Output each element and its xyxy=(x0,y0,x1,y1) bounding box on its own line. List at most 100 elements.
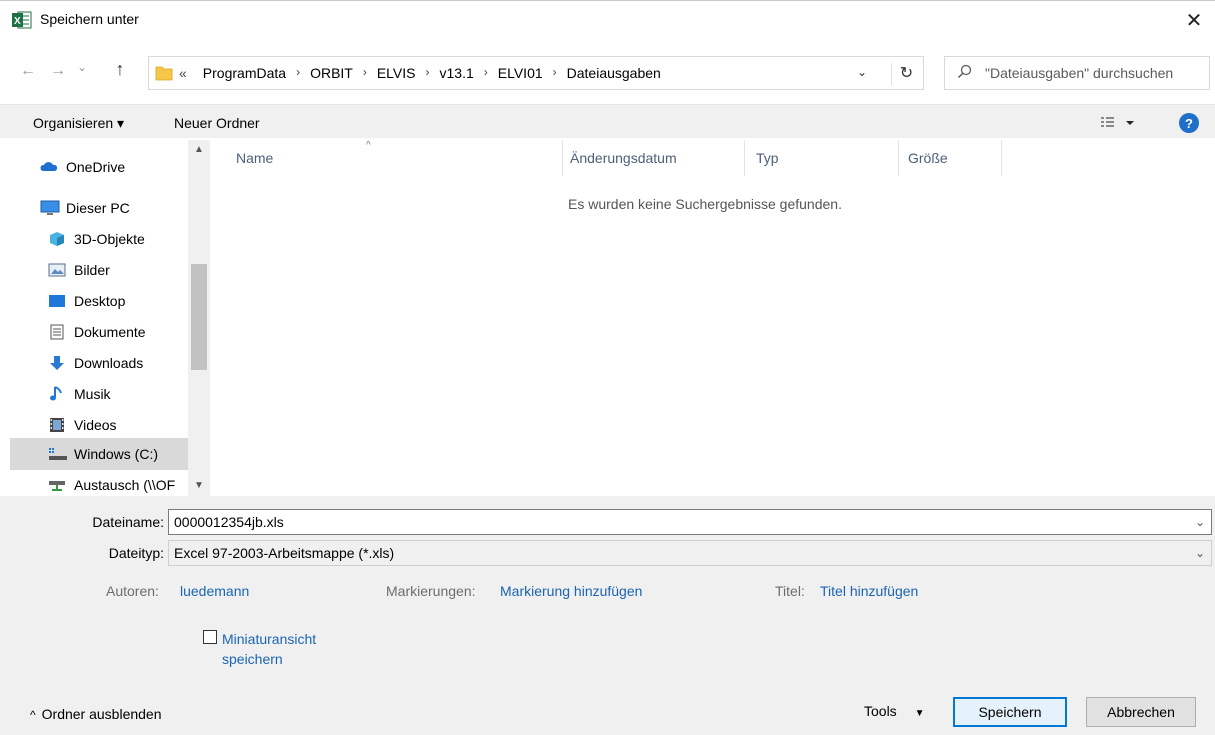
organize-menu-button[interactable]: Organisieren ▾ xyxy=(33,115,124,132)
close-icon: ✕ xyxy=(1185,9,1203,32)
authors-label: Autoren: xyxy=(106,583,159,599)
column-header-type[interactable]: Typ xyxy=(756,150,779,166)
nav-item-this-pc[interactable]: Dieser PC xyxy=(40,193,210,223)
nav-item-label: Downloads xyxy=(74,355,144,371)
breadcrumb-item[interactable]: ELVIS xyxy=(377,65,416,81)
nav-item-3d-objects[interactable]: 3D-Objekte xyxy=(48,224,210,254)
nav-item-network-share[interactable]: Austausch (\\OF xyxy=(48,470,210,496)
nav-item-downloads[interactable]: Downloads xyxy=(48,348,210,378)
cube-icon xyxy=(48,231,66,247)
view-options-icon xyxy=(1101,117,1134,127)
scrollbar-thumb[interactable] xyxy=(191,264,207,370)
document-icon xyxy=(48,324,66,340)
breadcrumb-overflow[interactable]: « xyxy=(179,65,187,81)
download-icon xyxy=(48,355,66,371)
filetype-value: Excel 97-2003-Arbeitsmappe (*.xls) xyxy=(174,545,395,561)
forward-arrow-icon: → xyxy=(50,62,66,79)
breadcrumb-item[interactable]: v13.1 xyxy=(440,65,474,81)
tags-label: Markierungen: xyxy=(386,583,476,599)
drive-icon xyxy=(48,446,67,462)
column-header-size[interactable]: Größe xyxy=(908,150,948,166)
cloud-icon xyxy=(40,159,58,175)
nav-item-label: Windows (C:) xyxy=(74,446,159,462)
scroll-up-icon[interactable]: ▲ xyxy=(188,144,210,155)
dropdown-arrow-icon: ▼ xyxy=(914,708,925,719)
nav-item-pictures[interactable]: Bilder xyxy=(48,255,210,285)
recent-locations-button[interactable]: ⌄ xyxy=(72,60,92,74)
column-header-date[interactable]: Änderungsdatum xyxy=(570,150,677,166)
address-bar[interactable]: « ProgramData › ORBIT › ELVIS › v13.1 › ELVI… xyxy=(148,56,924,90)
forward-button[interactable]: → xyxy=(48,62,68,80)
authors-value[interactable]: luedemann xyxy=(180,583,249,599)
nav-item-label: Dieser PC xyxy=(66,200,130,216)
nav-pane-scrollbar[interactable]: ▲ ▼ xyxy=(188,140,210,496)
nav-item-label: OneDrive xyxy=(66,159,126,175)
change-view-button[interactable] xyxy=(1100,114,1140,132)
file-list: ^ Name Änderungsdatum Typ Größe Es wurde… xyxy=(218,140,1215,496)
tools-menu-button[interactable]: Tools ▼ xyxy=(864,703,924,719)
add-tag-link[interactable]: Markierung hinzufügen xyxy=(500,583,642,599)
save-thumbnail-label-line2: speichern xyxy=(222,651,283,667)
svg-text:X: X xyxy=(14,16,21,27)
nav-item-music[interactable]: Musik xyxy=(48,379,210,409)
column-divider[interactable] xyxy=(562,140,563,176)
save-thumbnail-checkbox[interactable] xyxy=(203,630,217,644)
tools-label: Tools xyxy=(864,703,897,719)
nav-item-documents[interactable]: Dokumente xyxy=(48,317,210,347)
title-label: Titel: xyxy=(775,583,805,599)
column-divider[interactable] xyxy=(898,140,899,176)
breadcrumb-separator[interactable]: › xyxy=(363,65,367,81)
nav-item-label: 3D-Objekte xyxy=(74,231,145,247)
nav-item-desktop[interactable]: Desktop xyxy=(48,286,210,316)
nav-item-onedrive[interactable]: OneDrive xyxy=(40,152,210,182)
breadcrumb-separator[interactable]: › xyxy=(484,65,488,81)
filename-field[interactable]: 0000012354jb.xls ⌄ xyxy=(168,509,1212,535)
save-button[interactable]: Speichern xyxy=(953,697,1067,727)
computer-icon xyxy=(40,200,60,216)
nav-item-label: Desktop xyxy=(74,293,126,309)
breadcrumb: « ProgramData › ORBIT › ELVIS › v13.1 › ELVI… xyxy=(179,65,661,81)
nav-item-videos[interactable]: Videos xyxy=(48,410,210,440)
breadcrumb-item[interactable]: ELVI01 xyxy=(498,65,543,81)
empty-results-message: Es wurden keine Suchergebnisse gefunden. xyxy=(568,196,842,212)
cancel-button[interactable]: Abbrechen xyxy=(1086,697,1196,727)
hide-folders-label: Ordner ausblenden xyxy=(41,706,162,722)
breadcrumb-separator[interactable]: › xyxy=(553,65,557,81)
chevron-down-icon[interactable]: ⌄ xyxy=(1195,515,1205,529)
excel-icon: X xyxy=(12,11,32,29)
chevron-down-icon: ⌄ xyxy=(857,65,868,79)
scroll-down-icon[interactable]: ▼ xyxy=(188,480,210,491)
chevron-up-icon: ^ xyxy=(30,708,36,722)
hide-folders-toggle[interactable]: ^ Ordner ausblenden xyxy=(30,706,162,722)
back-button[interactable]: ← xyxy=(18,62,38,80)
command-bar: Organisieren ▾ Neuer Ordner ? xyxy=(0,104,1215,138)
breadcrumb-item[interactable]: ProgramData xyxy=(203,65,286,81)
up-button[interactable]: ↑ xyxy=(110,59,130,80)
add-title-link[interactable]: Titel hinzufügen xyxy=(820,583,918,599)
nav-item-label: Videos xyxy=(74,417,117,433)
filetype-label: Dateityp: xyxy=(108,545,164,561)
breadcrumb-item[interactable]: ORBIT xyxy=(310,65,353,81)
sort-ascending-icon: ^ xyxy=(366,140,371,151)
close-button[interactable]: ✕ xyxy=(1176,5,1212,35)
chevron-down-icon[interactable]: ⌄ xyxy=(1195,546,1205,560)
desktop-icon xyxy=(48,293,66,309)
save-thumbnail-label[interactable]: Miniaturansicht speichern xyxy=(222,629,342,669)
new-folder-button[interactable]: Neuer Ordner xyxy=(174,115,260,131)
column-divider[interactable] xyxy=(744,140,745,176)
search-input[interactable]: "Dateiausgaben" durchsuchen xyxy=(944,56,1210,90)
nav-item-windows-c[interactable]: Windows (C:) xyxy=(10,438,188,470)
address-dropdown-button[interactable]: ⌄ xyxy=(857,65,867,79)
filename-value: 0000012354jb.xls xyxy=(174,514,284,530)
window-title: Speichern unter xyxy=(40,11,139,27)
breadcrumb-item[interactable]: Dateiausgaben xyxy=(567,65,661,81)
navigation-pane: OneDrive Dieser PC 3D-Objekte Bilder Des… xyxy=(10,140,210,496)
column-header-name[interactable]: Name xyxy=(236,150,273,166)
save-thumbnail-label-line1: Miniaturansicht xyxy=(222,631,317,647)
filetype-select[interactable]: Excel 97-2003-Arbeitsmappe (*.xls) ⌄ xyxy=(168,540,1212,566)
help-icon[interactable]: ? xyxy=(1179,113,1199,133)
breadcrumb-separator[interactable]: › xyxy=(296,65,300,81)
breadcrumb-separator[interactable]: › xyxy=(426,65,430,81)
refresh-button[interactable]: ↻ xyxy=(891,63,921,85)
column-divider[interactable] xyxy=(1001,140,1002,176)
